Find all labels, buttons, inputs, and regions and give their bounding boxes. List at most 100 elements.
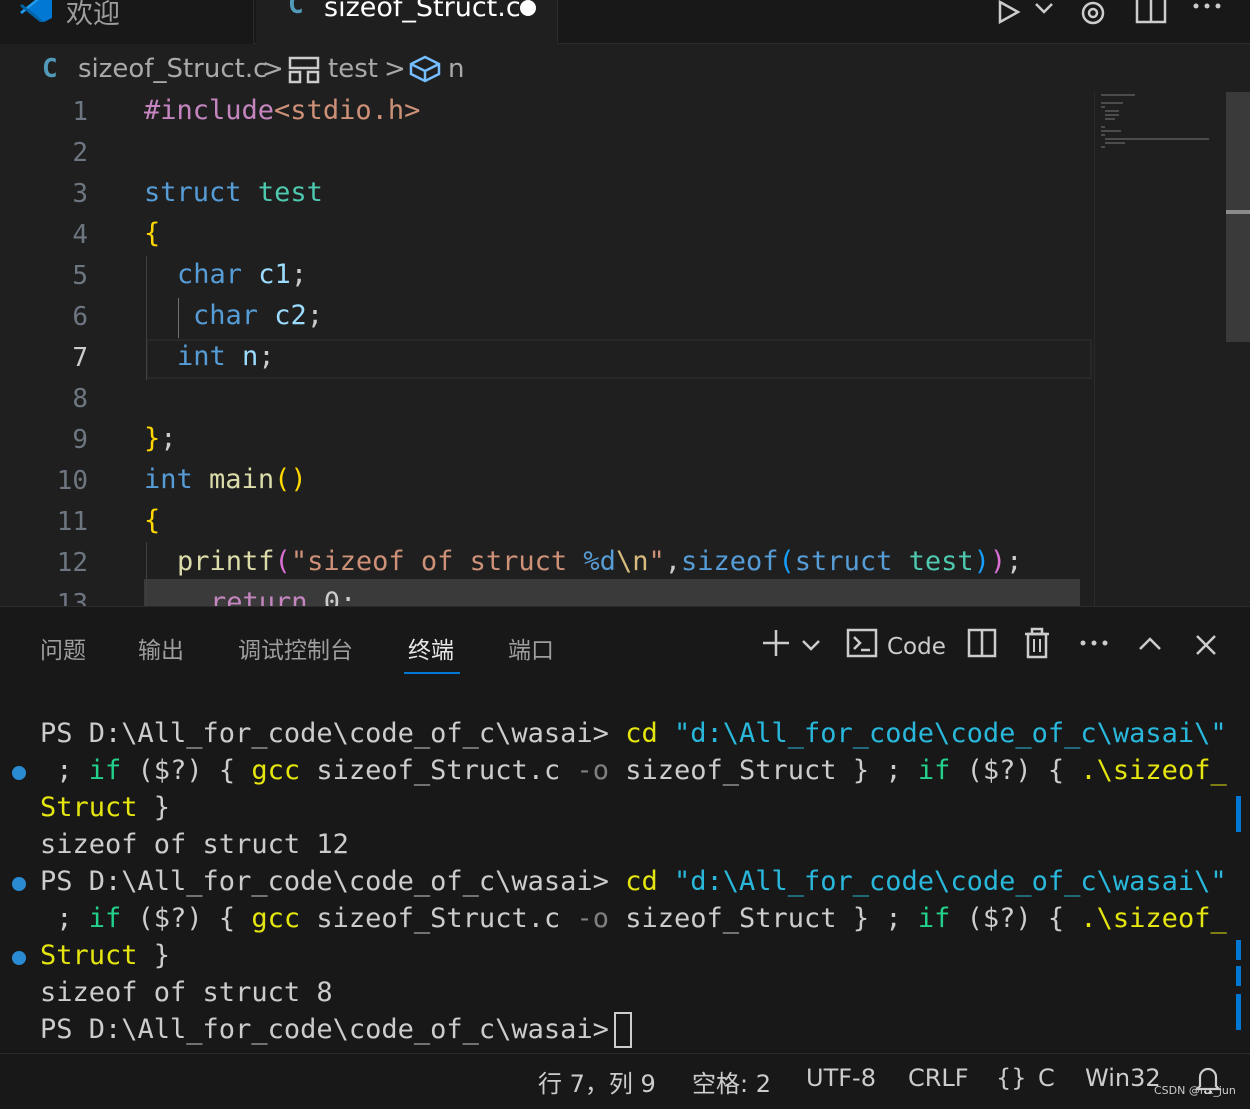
terminal-icon[interactable]: [846, 627, 878, 659]
breadcrumb-member[interactable]: n: [448, 54, 464, 84]
code-line-11: {: [144, 505, 160, 536]
breadcrumb-c-file-icon: C: [42, 54, 58, 84]
c-configuration[interactable]: Win32: [1085, 1064, 1161, 1092]
maximize-panel-chevron-up-icon[interactable]: [1136, 631, 1164, 655]
tab-debug-console[interactable]: 调试控制台: [238, 631, 353, 665]
struct-name: test: [257, 177, 323, 208]
line-number-active: 7: [72, 343, 88, 373]
status-bar: 行 7，列 9 空格: 2 UTF-8 CRLF {} C Win32: [0, 1053, 1250, 1109]
code-line-6: char c2;: [193, 300, 323, 331]
more-actions-icon[interactable]: [1190, 0, 1224, 16]
terminal-path-arg: "d:\All_for_code\code_of_c\wasai\": [657, 718, 1227, 749]
command-decoration-dot[interactable]: [12, 951, 26, 965]
terminal-text: }: [137, 940, 171, 971]
command-decoration-dot[interactable]: [12, 877, 26, 891]
minimap-line: [1105, 138, 1209, 140]
editor-tab-bar: 欢迎 sizeof_Struct.c C: [0, 0, 1250, 44]
terminal-line: PS D:\All_for_code\code_of_c\wasai> cd "…: [40, 866, 1227, 897]
more-actions-icon[interactable]: [1078, 635, 1110, 651]
minimap-line: [1101, 94, 1135, 96]
trash-icon[interactable]: [1022, 627, 1052, 659]
terminal-keyword: if: [917, 903, 951, 934]
terminal-name-label[interactable]: Code: [887, 634, 946, 660]
breadcrumb-separator: >: [262, 54, 284, 84]
terminal-keyword: if: [88, 903, 122, 934]
terminal-line: ; if ($?) { gcc sizeof_Struct.c -o sizeo…: [40, 755, 1226, 786]
indentation[interactable]: 空格: 2: [692, 1064, 771, 1099]
unsaved-dot-icon[interactable]: [520, 0, 536, 16]
minimap-line: [1101, 106, 1105, 108]
minimap-line: [1101, 102, 1123, 104]
terminal-text: sizeof_Struct.c: [300, 903, 577, 934]
semicolon: ;: [306, 300, 324, 331]
add-terminal-icon[interactable]: [760, 627, 792, 659]
minimap[interactable]: [1094, 92, 1224, 606]
terminal-scroll-marker: [1236, 966, 1241, 986]
encoding[interactable]: UTF-8: [806, 1064, 876, 1092]
tab-terminal[interactable]: 终端: [408, 631, 454, 665]
terminal-command: gcc: [251, 755, 301, 786]
indent-guide-active: [178, 298, 179, 338]
terminal-text: }: [137, 792, 171, 823]
type-keyword: int: [177, 341, 226, 372]
split-terminal-icon[interactable]: [966, 627, 998, 659]
return-keyword: return: [210, 587, 308, 606]
command-decoration-dot[interactable]: [12, 766, 26, 780]
paren: ): [973, 546, 990, 577]
terminal-command: cd: [625, 718, 658, 749]
line-number: 8: [72, 384, 88, 414]
tab-problems[interactable]: 问题: [40, 631, 86, 665]
open-brace: {: [144, 218, 161, 249]
language-mode[interactable]: C: [1038, 1064, 1055, 1092]
c-file-icon: C: [288, 0, 304, 20]
terminal-prompt: PS D:\All_for_code\code_of_c\wasai>: [40, 866, 626, 897]
terminal-line: ; if ($?) { gcc sizeof_Struct.c -o sizeo…: [40, 903, 1226, 934]
code-line-5: char c1;: [177, 259, 307, 290]
terminal-text: ($?) {: [121, 755, 252, 786]
cursor-position[interactable]: 行 7，列 9: [538, 1064, 656, 1099]
scrollbar-cursor-marker: [1226, 210, 1250, 214]
terminal-command: Struct: [40, 792, 138, 823]
terminal-line: PS D:\All_for_code\code_of_c\wasai> cd "…: [40, 718, 1227, 749]
gear-icon[interactable]: [1076, 0, 1110, 30]
code-line-12: printf("sizeof of struct %d\n",sizeof(st…: [177, 546, 1022, 577]
code-line-13: return 0;: [210, 587, 356, 606]
terminal-flag: -o: [576, 903, 609, 934]
include-header: <stdio.h>: [274, 95, 421, 126]
code-line-3: struct test: [144, 177, 323, 208]
tab-ports[interactable]: 端口: [508, 631, 554, 665]
tab-output[interactable]: 输出: [138, 631, 184, 665]
breadcrumb-struct[interactable]: test: [328, 54, 378, 84]
editor-scrollbar-thumb[interactable]: [1226, 92, 1250, 342]
string-literal: ": [648, 546, 665, 577]
indent-guide: [146, 256, 147, 380]
split-editor-icon[interactable]: [1134, 0, 1168, 24]
breadcrumb-separator: >: [384, 54, 406, 84]
line-number: 10: [56, 466, 88, 496]
code-line-1: #include<stdio.h>: [144, 95, 420, 126]
minimap-line: [1101, 130, 1121, 132]
string-literal: "sizeof of struct: [290, 546, 584, 577]
tab-welcome[interactable]: 欢迎: [0, 0, 254, 44]
field-cube-icon: [409, 55, 441, 83]
struct-keyword: struct: [794, 546, 893, 577]
semicolon: ;: [258, 341, 275, 372]
terminal-line: Struct }: [40, 792, 170, 823]
code-editor[interactable]: 1 2 3 4 5 6 7 8 9 10 11 12 13 #include<s…: [0, 92, 1250, 606]
minimap-line: [1105, 142, 1125, 144]
braces-icon[interactable]: {}: [996, 1064, 1027, 1092]
vscode-logo-icon: [20, 0, 52, 22]
run-dropdown-chevron-icon[interactable]: [1032, 0, 1056, 20]
run-icon[interactable]: [994, 0, 1024, 26]
close-icon[interactable]: [1192, 631, 1220, 659]
line-number: 9: [72, 425, 88, 455]
terminal-dropdown-chevron-icon[interactable]: [800, 635, 822, 655]
breadcrumb-file[interactable]: sizeof_Struct.c: [78, 54, 267, 84]
line-ending[interactable]: CRLF: [908, 1064, 969, 1092]
terminal-output-line: sizeof of struct 8: [40, 977, 333, 1008]
terminal-command: cd: [625, 866, 658, 897]
minimap-line: [1105, 118, 1115, 120]
code-line-7: int n;: [177, 341, 275, 372]
line-number: 1: [72, 97, 88, 127]
terminal-line: Struct }: [40, 940, 170, 971]
